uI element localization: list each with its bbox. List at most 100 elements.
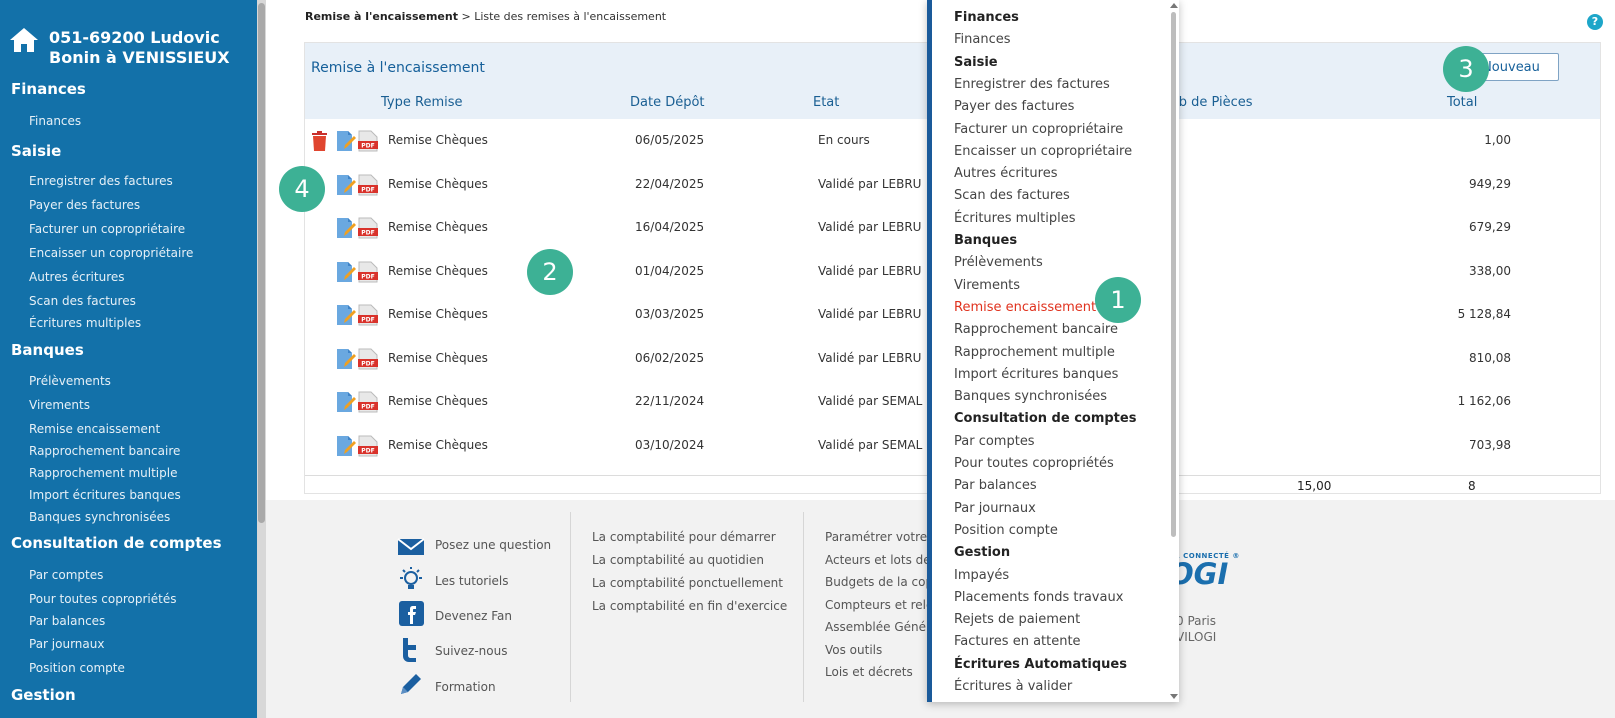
footer-link-formation[interactable]: Formation (435, 680, 496, 694)
home-icon[interactable] (8, 26, 40, 54)
footer-link-fan[interactable]: Devenez Fan (435, 609, 512, 623)
sidebar-item-prelevements[interactable]: Prélèvements (29, 374, 111, 388)
sidebar-item-scan-des-factures[interactable]: Scan des factures (29, 294, 136, 308)
pdf-icon[interactable]: PDF (358, 130, 378, 152)
menu-scrollbar-thumb[interactable] (1171, 12, 1176, 537)
menu-item-factures-en-attente[interactable]: Factures en attente (954, 634, 1081, 649)
edit-document-icon[interactable] (335, 435, 357, 457)
sidebar-item-rapprochement-bancaire[interactable]: Rapprochement bancaire (29, 444, 180, 458)
menu-item-impayes[interactable]: Impayés (954, 568, 1009, 583)
sidebar-item-facturer-un-coproprietaire[interactable]: Facturer un copropriétaire (29, 222, 185, 236)
footer-link-compta[interactable]: La comptabilité en fin d'exercice (592, 599, 787, 613)
sidebar-section-consultation-de-comptes[interactable]: Consultation de comptes (11, 534, 222, 552)
menu-item-import-ecritures-banques[interactable]: Import écritures banques (954, 367, 1118, 382)
menu-item-rapprochement-multiple[interactable]: Rapprochement multiple (954, 345, 1115, 360)
menu-item-par-comptes[interactable]: Par comptes (954, 434, 1035, 449)
footer-link-param[interactable]: Lois et décrets (825, 665, 913, 679)
pdf-icon[interactable]: PDF (358, 304, 378, 326)
menu-item-par-journaux[interactable]: Par journaux (954, 501, 1036, 516)
menu-item-rapprochement-bancaire[interactable]: Rapprochement bancaire (954, 322, 1118, 337)
envelope-icon[interactable] (396, 532, 426, 560)
footer-link-param[interactable]: Paramétrer votre lo (825, 530, 942, 544)
trash-icon[interactable] (311, 131, 328, 151)
menu-item-banques-synchronisees[interactable]: Banques synchronisées (954, 389, 1107, 404)
col-header-pieces[interactable]: Nb de Pièces (1169, 95, 1253, 110)
sidebar-item-payer-des-factures[interactable]: Payer des factures (29, 198, 140, 212)
help-icon[interactable]: ? (1587, 14, 1603, 30)
edit-document-icon[interactable] (335, 174, 357, 196)
edit-document-icon[interactable] (335, 304, 357, 326)
sidebar-item-banques-synchronisees[interactable]: Banques synchronisées (29, 510, 170, 524)
sidebar-section-saisie[interactable]: Saisie (11, 142, 61, 160)
pdf-icon[interactable]: PDF (358, 174, 378, 196)
sidebar-item-position-compte[interactable]: Position compte (29, 661, 125, 675)
col-header-date[interactable]: Date Dépôt (630, 95, 705, 110)
footer-link-suivez[interactable]: Suivez-nous (435, 644, 507, 658)
col-header-type[interactable]: Type Remise (381, 95, 463, 110)
edit-document-icon[interactable] (335, 217, 357, 239)
facebook-icon[interactable] (396, 600, 426, 628)
menu-group-finances[interactable]: Finances (954, 10, 1019, 25)
sidebar-item-autres-ecritures[interactable]: Autres écritures (29, 270, 125, 284)
menu-item-prelevements[interactable]: Prélèvements (954, 255, 1043, 270)
footer-link-compta[interactable]: La comptabilité pour démarrer (592, 530, 776, 544)
scroll-up-arrow[interactable] (1170, 3, 1178, 8)
pencil-icon[interactable] (396, 670, 426, 698)
footer-link-compta[interactable]: La comptabilité ponctuellement (592, 576, 783, 590)
menu-item-encaisser-un-coproprietaire[interactable]: Encaisser un copropriétaire (954, 144, 1132, 159)
sidebar-scrollbar-thumb[interactable] (258, 3, 265, 523)
sidebar-item-finances[interactable]: Finances (29, 114, 81, 128)
pdf-icon[interactable]: PDF (358, 435, 378, 457)
sidebar-section-finances[interactable]: Finances (11, 80, 86, 98)
edit-document-icon[interactable] (335, 348, 357, 370)
sidebar-item-par-comptes[interactable]: Par comptes (29, 568, 103, 582)
sidebar-item-virements[interactable]: Virements (29, 398, 90, 412)
lightbulb-icon[interactable] (396, 566, 426, 594)
twitter-icon[interactable] (396, 636, 426, 664)
edit-document-icon[interactable] (335, 261, 357, 283)
menu-group-banques[interactable]: Banques (954, 233, 1017, 248)
sidebar-item-encaisser-un-coproprietaire[interactable]: Encaisser un copropriétaire (29, 246, 193, 260)
sidebar-scrollbar[interactable] (257, 0, 266, 718)
menu-item-enregistrer-des-factures[interactable]: Enregistrer des factures (954, 77, 1110, 92)
menu-item-payer-des-factures[interactable]: Payer des factures (954, 99, 1074, 114)
footer-link-param[interactable]: Compteurs et relev (825, 598, 941, 612)
sidebar-item-par-balances[interactable]: Par balances (29, 614, 105, 628)
pdf-icon[interactable]: PDF (358, 261, 378, 283)
sidebar-item-par-journaux[interactable]: Par journaux (29, 637, 104, 651)
menu-item-facturer-un-coproprietaire[interactable]: Facturer un copropriétaire (954, 122, 1123, 137)
pdf-icon[interactable]: PDF (358, 348, 378, 370)
footer-link-param[interactable]: Assemblée Généra (825, 620, 938, 634)
scroll-down-arrow[interactable] (1170, 694, 1178, 699)
menu-group-gestion[interactable]: Gestion (954, 545, 1010, 560)
edit-document-icon[interactable] (335, 391, 357, 413)
sidebar-section-gestion[interactable]: Gestion (11, 686, 76, 704)
menu-item-position-compte[interactable]: Position compte (954, 523, 1058, 538)
menu-item-ecritures-multiples[interactable]: Écritures multiples (954, 211, 1075, 226)
sidebar-item-enregistrer-des-factures[interactable]: Enregistrer des factures (29, 174, 173, 188)
menu-group-consultation-de-comptes[interactable]: Consultation de comptes (954, 411, 1136, 426)
menu-item-pour-toutes-coproprietes[interactable]: Pour toutes copropriétés (954, 456, 1114, 471)
menu-item-autres-ecritures[interactable]: Autres écritures (954, 166, 1057, 181)
sidebar-item-pour-toutes-coproprietes[interactable]: Pour toutes copropriétés (29, 592, 177, 606)
menu-item-finances[interactable]: Finances (954, 32, 1011, 47)
col-header-etat[interactable]: Etat (813, 95, 839, 110)
footer-link-compta[interactable]: La comptabilité au quotidien (592, 553, 764, 567)
pdf-icon[interactable]: PDF (358, 391, 378, 413)
pdf-icon[interactable]: PDF (358, 217, 378, 239)
menu-group-ecritures-automatiques[interactable]: Écritures Automatiques (954, 657, 1127, 672)
menu-item-placements-fonds-travaux[interactable]: Placements fonds travaux (954, 590, 1123, 605)
sidebar-item-remise-encaissement[interactable]: Remise encaissement (29, 422, 160, 436)
menu-item-ecritures-a-valider[interactable]: Écritures à valider (954, 679, 1072, 694)
menu-item-remise-encaissement[interactable]: Remise encaissement (954, 300, 1096, 315)
menu-group-saisie[interactable]: Saisie (954, 55, 998, 70)
menu-item-rejets-de-paiement[interactable]: Rejets de paiement (954, 612, 1080, 627)
menu-item-virements[interactable]: Virements (954, 278, 1020, 293)
footer-link-tutoriels[interactable]: Les tutoriels (435, 574, 509, 588)
sidebar-section-banques[interactable]: Banques (11, 341, 84, 359)
col-header-total[interactable]: Total (1447, 95, 1477, 110)
menu-item-par-balances[interactable]: Par balances (954, 478, 1037, 493)
sidebar-item-ecritures-multiples[interactable]: Écritures multiples (29, 316, 141, 330)
edit-document-icon[interactable] (335, 130, 357, 152)
menu-scrollbar[interactable] (1169, 0, 1179, 702)
